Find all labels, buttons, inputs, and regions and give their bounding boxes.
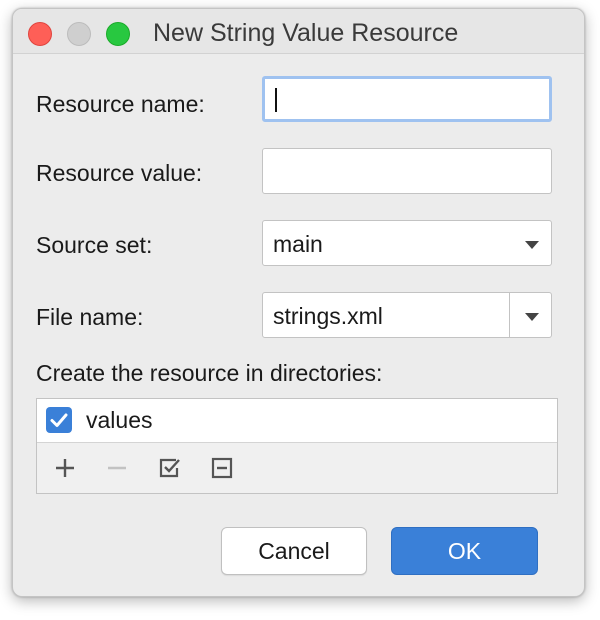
- resource-name-input[interactable]: [262, 76, 552, 122]
- add-icon[interactable]: [51, 454, 79, 482]
- text-caret: [275, 88, 277, 112]
- file-name-combobox[interactable]: strings.xml: [262, 292, 552, 338]
- cancel-button[interactable]: Cancel: [221, 527, 367, 575]
- source-set-label: Source set:: [36, 232, 153, 258]
- file-name-value: strings.xml: [273, 303, 383, 329]
- window-title: New String Value Resource: [153, 19, 459, 47]
- list-item[interactable]: values: [37, 399, 557, 443]
- directory-item-label: values: [86, 407, 153, 433]
- directories-label: Create the resource in directories:: [36, 360, 383, 386]
- chevron-down-icon: [525, 241, 539, 249]
- resource-name-label: Resource name:: [36, 91, 205, 117]
- remove-icon: [103, 454, 131, 482]
- chevron-down-icon[interactable]: [525, 313, 539, 321]
- source-set-value: main: [273, 231, 323, 257]
- deselect-all-icon[interactable]: [208, 454, 236, 482]
- values-checkbox[interactable]: [46, 407, 72, 433]
- checkmark-icon: [50, 413, 68, 427]
- minimize-window-button: [67, 22, 91, 46]
- zoom-window-button[interactable]: [106, 22, 130, 46]
- select-all-icon[interactable]: [156, 454, 184, 482]
- resource-value-label: Resource value:: [36, 160, 203, 186]
- source-set-dropdown[interactable]: main: [262, 220, 552, 266]
- combo-divider: [509, 293, 510, 337]
- directories-list: values: [36, 398, 558, 494]
- file-name-label: File name:: [36, 304, 144, 330]
- close-window-button[interactable]: [28, 22, 52, 46]
- ok-button[interactable]: OK: [391, 527, 538, 575]
- resource-value-input[interactable]: [262, 148, 552, 194]
- dialog-window: New String Value Resource Resource name:…: [12, 8, 585, 597]
- title-bar[interactable]: New String Value Resource: [13, 9, 584, 54]
